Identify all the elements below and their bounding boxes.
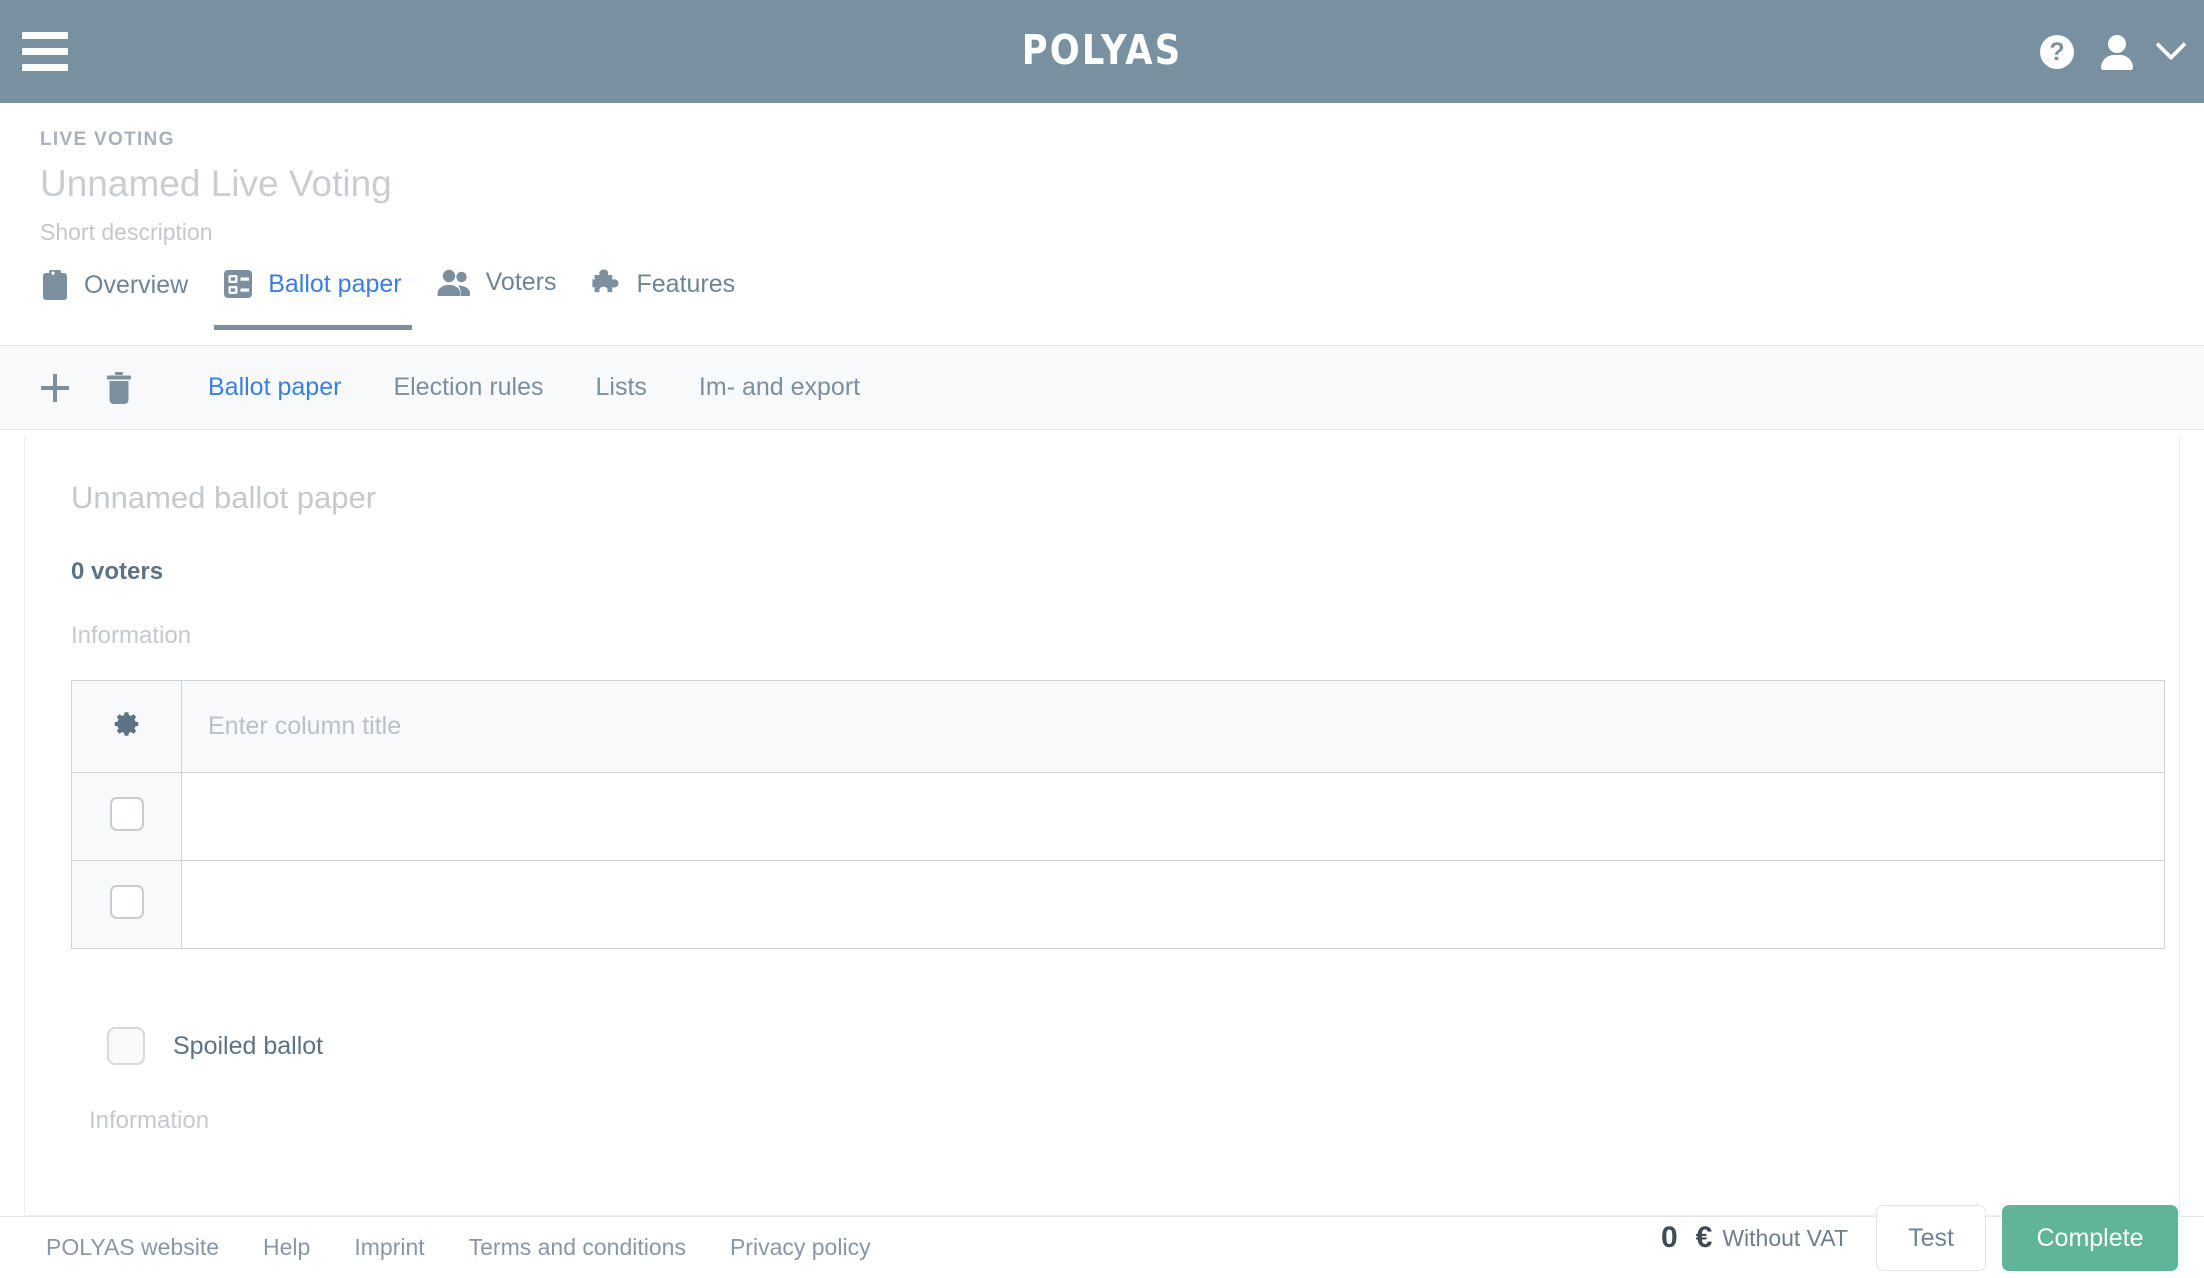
column-settings-gear[interactable] <box>71 680 182 773</box>
information-field[interactable]: Information <box>71 622 2133 650</box>
table-header-row: Enter column title <box>71 680 2165 773</box>
vat-note: Without VAT <box>1722 1224 1848 1251</box>
sub-navigation: Ballot paper Election rules Lists Im- an… <box>0 346 2204 430</box>
help-icon[interactable]: ? <box>2040 34 2074 69</box>
tab-overview-label: Overview <box>84 270 189 299</box>
puzzle-piece-icon <box>591 268 623 300</box>
ballot-options-table: Enter column title <box>71 680 2165 949</box>
footer-actions: 0 € Without VAT Test Complete <box>1661 1205 2178 1271</box>
main-tabs: Overview Ballot paper Voters Features <box>32 258 761 332</box>
tab-overview[interactable]: Overview <box>32 258 214 332</box>
footer-bar: POLYAS website Help Imprint Terms and co… <box>0 1205 2204 1278</box>
row-value-cell[interactable] <box>181 860 2165 949</box>
footer-link-imprint[interactable]: Imprint <box>354 1234 424 1261</box>
page-title[interactable]: Unnamed Live Voting <box>40 163 392 205</box>
row-value-cell[interactable] <box>181 772 2165 861</box>
clipboard-icon <box>40 268 70 302</box>
subnav-item-election-rules[interactable]: Election rules <box>367 373 569 402</box>
sub-navigation-links: Ballot paper Election rules Lists Im- an… <box>182 373 886 402</box>
chevron-down-icon[interactable] <box>2155 28 2187 60</box>
footer-link-polyas-website[interactable]: POLYAS website <box>46 1234 219 1261</box>
complete-button[interactable]: Complete <box>2002 1205 2178 1271</box>
footer-link-help[interactable]: Help <box>263 1234 310 1261</box>
subnav-item-im-and-export[interactable]: Im- and export <box>673 373 886 402</box>
spoiled-ballot-checkbox[interactable] <box>107 1027 145 1065</box>
row-checkbox[interactable] <box>109 885 144 919</box>
row-checkbox-cell <box>71 772 182 861</box>
tab-ballot-paper-label: Ballot paper <box>268 269 402 298</box>
avatar-head <box>2108 34 2126 53</box>
ballot-paper-card: Unnamed ballot paper 0 voters Informatio… <box>24 436 2180 1216</box>
footer-link-privacy[interactable]: Privacy policy <box>730 1234 871 1261</box>
breadcrumb: LIVE VOTING <box>40 129 175 150</box>
row-checkbox[interactable] <box>109 797 144 831</box>
gear-icon <box>114 712 138 736</box>
user-account-icon[interactable] <box>2100 34 2134 70</box>
tab-voters-label: Voters <box>485 268 557 296</box>
tab-voters[interactable]: Voters <box>428 258 583 327</box>
trash-icon[interactable] <box>106 371 132 405</box>
hamburger-menu-icon[interactable] <box>22 27 70 75</box>
currency-symbol: € <box>1695 1221 1713 1254</box>
plus-icon[interactable] <box>38 371 72 405</box>
test-button[interactable]: Test <box>1876 1205 1986 1271</box>
avatar-body <box>2101 54 2133 70</box>
footer-link-terms[interactable]: Terms and conditions <box>469 1234 686 1261</box>
brand-logo: POLYAS <box>1021 26 1183 74</box>
price-amount: 0 <box>1660 1221 1678 1254</box>
top-bar-actions: ? <box>2040 0 2187 103</box>
voters-count: 0 voters <box>71 558 164 585</box>
column-title-cell[interactable]: Enter column title <box>181 680 2165 773</box>
tab-ballot-paper[interactable]: Ballot paper <box>214 258 427 330</box>
subnav-item-lists[interactable]: Lists <box>570 373 673 402</box>
people-icon <box>436 269 472 297</box>
ballot-name-input[interactable]: Unnamed ballot paper <box>71 480 2133 516</box>
tab-features[interactable]: Features <box>583 258 762 330</box>
hamburger-bar <box>22 31 68 39</box>
spoiled-ballot-row: Spoiled ballot <box>71 1027 2133 1065</box>
information-field-2[interactable]: Information <box>71 1107 2133 1135</box>
hamburger-bar <box>22 63 68 71</box>
table-row <box>71 860 2165 949</box>
ballot-paper-icon <box>222 268 254 300</box>
page-subtitle[interactable]: Short description <box>40 219 392 246</box>
top-bar: POLYAS ? <box>0 0 2204 103</box>
hamburger-bar <box>22 47 68 55</box>
footer-links: POLYAS website Help Imprint Terms and co… <box>46 1234 871 1261</box>
tab-features-label: Features <box>636 269 736 298</box>
table-row <box>71 772 2165 861</box>
row-checkbox-cell <box>71 860 182 949</box>
subnav-item-ballot-paper[interactable]: Ballot paper <box>182 373 367 402</box>
spoiled-ballot-label: Spoiled ballot <box>173 1031 324 1060</box>
column-title-input: Enter column title <box>208 712 402 740</box>
page-header: LIVE VOTING Unnamed Live Voting Short de… <box>40 103 392 246</box>
